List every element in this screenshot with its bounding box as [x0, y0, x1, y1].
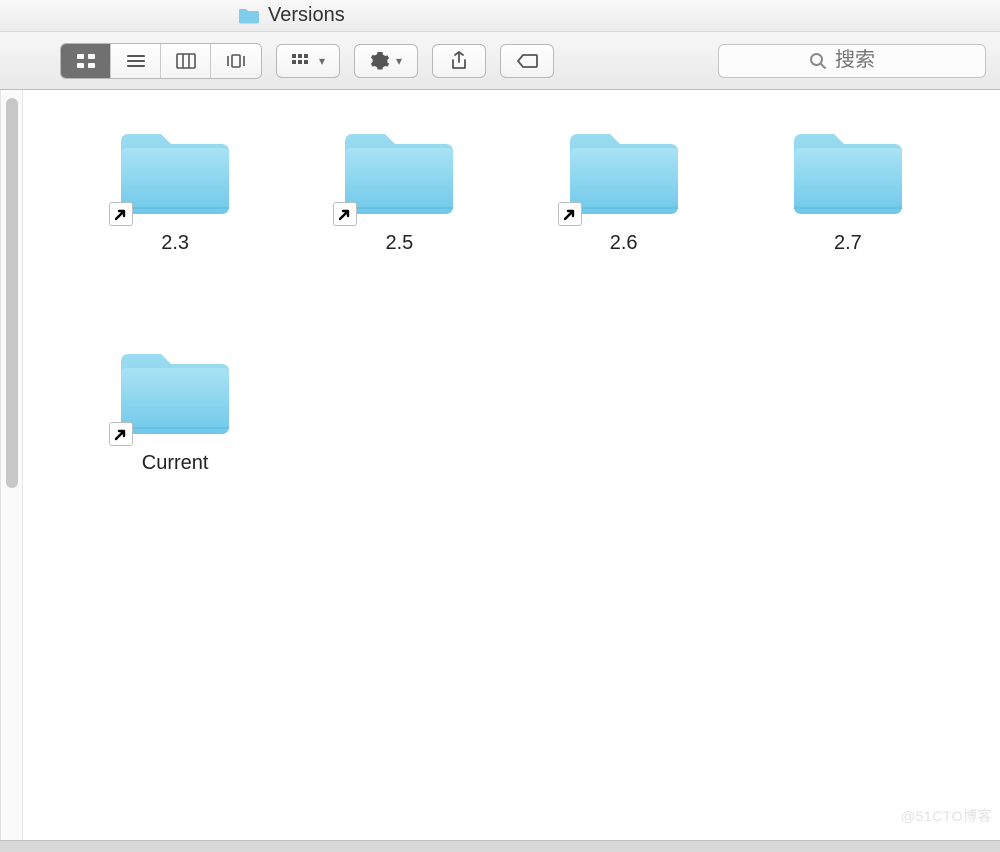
finder-window: Versions ▾ ▾: [0, 0, 1000, 852]
search-field[interactable]: [718, 44, 986, 78]
search-icon: [809, 52, 827, 70]
file-label: 2.3: [161, 232, 189, 255]
folder-icon: [238, 7, 260, 25]
file-label: 2.7: [834, 232, 862, 255]
toolbar: ▾ ▾: [0, 32, 1000, 90]
action-button[interactable]: ▾: [354, 44, 418, 78]
folder-icon: [339, 124, 459, 220]
folder-icon: [115, 344, 235, 440]
alias-arrow-icon: [109, 422, 133, 446]
chevron-down-icon: ▾: [396, 54, 402, 68]
alias-arrow-icon: [109, 202, 133, 226]
arrange-button[interactable]: ▾: [276, 44, 340, 78]
file-label: 2.6: [610, 232, 638, 255]
view-icon-button[interactable]: [61, 44, 111, 78]
window-title: Versions: [268, 4, 345, 27]
file-label: 2.5: [385, 232, 413, 255]
folder-icon: [788, 124, 908, 220]
view-column-button[interactable]: [161, 44, 211, 78]
titlebar: Versions: [0, 0, 1000, 32]
window-footer: [0, 840, 1000, 852]
scrollbar-thumb[interactable]: [6, 98, 18, 488]
file-item[interactable]: 2.5: [339, 124, 459, 344]
file-item[interactable]: 2.7: [788, 124, 908, 344]
content-area: 2.3 2.5 2.6 2.7: [0, 90, 1000, 840]
view-list-button[interactable]: [111, 44, 161, 78]
tags-button[interactable]: [500, 44, 554, 78]
icon-grid: 2.3 2.5 2.6 2.7: [23, 90, 1000, 840]
folder-icon: [564, 124, 684, 220]
file-item[interactable]: 2.6: [564, 124, 684, 344]
alias-arrow-icon: [333, 202, 357, 226]
chevron-down-icon: ▾: [319, 54, 325, 68]
file-item[interactable]: 2.3: [115, 124, 235, 344]
share-button[interactable]: [432, 44, 486, 78]
view-mode-group: [60, 43, 262, 79]
search-input[interactable]: [835, 49, 895, 72]
scrollbar-track[interactable]: [1, 90, 23, 840]
folder-icon: [115, 124, 235, 220]
alias-arrow-icon: [558, 202, 582, 226]
file-item[interactable]: Current: [115, 344, 235, 564]
view-coverflow-button[interactable]: [211, 44, 261, 78]
file-label: Current: [142, 452, 209, 475]
